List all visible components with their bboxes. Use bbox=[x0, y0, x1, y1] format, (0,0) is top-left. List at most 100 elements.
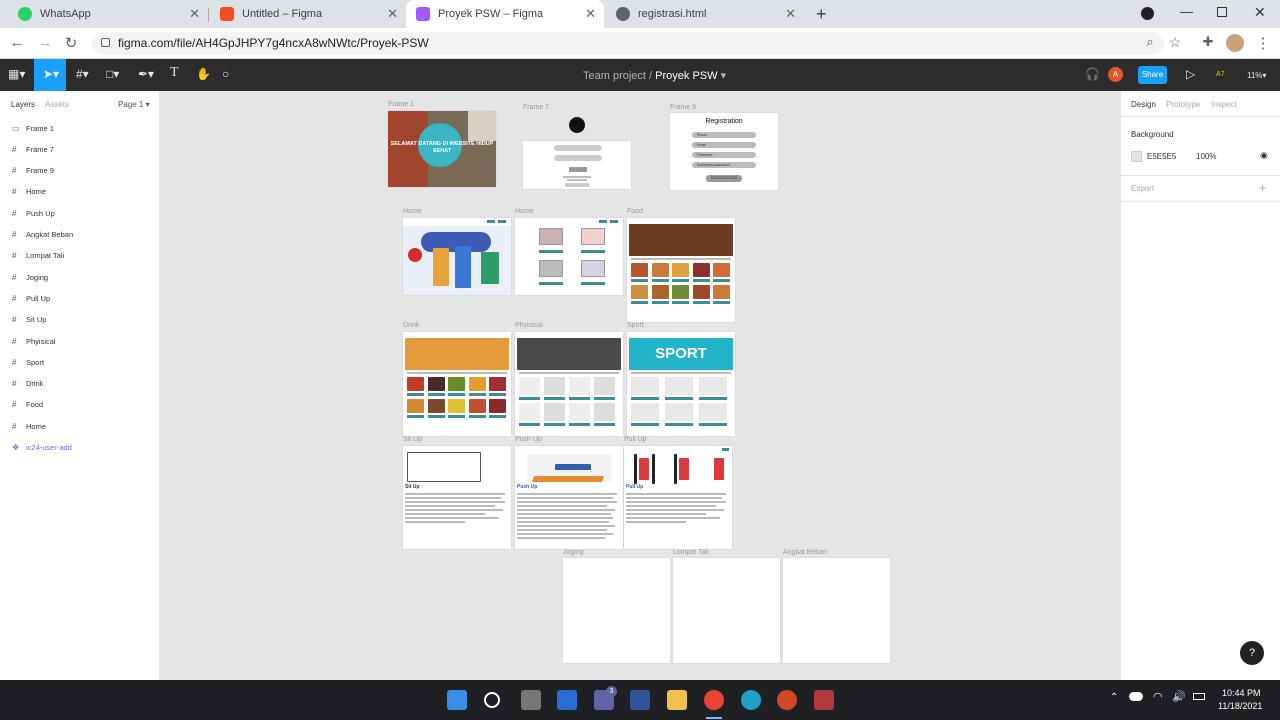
thumbnail-button[interactable] bbox=[468, 415, 486, 418]
thumbnail-button[interactable] bbox=[699, 423, 727, 426]
layer-item[interactable]: # Sit Up bbox=[12, 314, 46, 326]
search-icon[interactable] bbox=[484, 692, 500, 708]
headphones-icon[interactable]: 🎧 bbox=[1085, 67, 1100, 81]
tab-prototype[interactable]: Prototype bbox=[1166, 100, 1200, 109]
frame-7[interactable] bbox=[523, 141, 631, 189]
frame-tool-icon[interactable]: #▾ bbox=[76, 67, 89, 81]
frame-label[interactable]: Angkat Beban bbox=[783, 549, 827, 556]
thumbnail-button[interactable] bbox=[594, 423, 615, 426]
frame-label[interactable]: Phyisical bbox=[515, 322, 543, 329]
layer-item[interactable]: # Frame 7 bbox=[12, 143, 54, 155]
thumbnail-image[interactable] bbox=[519, 377, 540, 395]
tab-proyek-psw[interactable]: Proyek PSW – Figma ✕ bbox=[406, 0, 604, 28]
thumbnail-image[interactable] bbox=[594, 403, 615, 421]
thumbnail-button[interactable] bbox=[631, 301, 648, 304]
layer-item[interactable]: # Push Up bbox=[12, 207, 55, 219]
widgets-icon[interactable] bbox=[557, 690, 577, 710]
thumbnail-button[interactable] bbox=[544, 423, 565, 426]
tab-layers[interactable]: Layers bbox=[11, 100, 35, 109]
thumbnail-image[interactable] bbox=[665, 377, 693, 395]
url-input[interactable]: figma.com/file/AH4GpJHPY7g4ncxA8wNWtc/Pr… bbox=[92, 32, 1164, 55]
thumbnail-image[interactable] bbox=[631, 263, 648, 277]
share-button[interactable]: Share bbox=[1138, 66, 1167, 84]
layer-item[interactable]: # Phyisical bbox=[12, 335, 56, 347]
frame-lompat-tali[interactable] bbox=[673, 558, 780, 663]
thumbnail-image[interactable] bbox=[665, 403, 693, 421]
thumbnail-button[interactable] bbox=[692, 279, 710, 282]
frame-pullup[interactable]: Pull Up bbox=[624, 446, 732, 549]
confirm-password-field[interactable]: Konfirmasi password bbox=[692, 162, 756, 168]
thumbnail-image[interactable] bbox=[692, 263, 710, 277]
battery-icon[interactable] bbox=[1193, 693, 1205, 700]
volume-icon[interactable]: 🔊 bbox=[1172, 690, 1186, 703]
profile-avatar[interactable] bbox=[1226, 34, 1244, 52]
file-name[interactable]: Proyek PSW bbox=[655, 70, 717, 82]
layer-item[interactable]: # Home bbox=[12, 420, 46, 432]
thumbnail-button[interactable] bbox=[631, 397, 659, 400]
thumbnail-image[interactable] bbox=[672, 263, 690, 277]
frame-label[interactable]: Lompat Tali bbox=[673, 549, 709, 556]
edge-icon[interactable] bbox=[741, 690, 761, 710]
thumbnail-button[interactable] bbox=[665, 397, 693, 400]
thumbnail-button[interactable] bbox=[427, 393, 445, 396]
thumbnail-image[interactable] bbox=[407, 377, 424, 391]
layer-item[interactable]: # Pull Up bbox=[12, 292, 50, 304]
thumbnail-button[interactable] bbox=[448, 415, 466, 418]
thumbnail-button[interactable] bbox=[651, 279, 669, 282]
zoom-icon[interactable]: ⌕ bbox=[1141, 34, 1159, 50]
thumbnail-image[interactable] bbox=[631, 403, 659, 421]
close-icon[interactable]: ✕ bbox=[585, 6, 596, 22]
thumbnail-image[interactable] bbox=[631, 377, 659, 395]
thumbnail-button[interactable] bbox=[448, 393, 466, 396]
thumbnail-button[interactable] bbox=[631, 423, 659, 426]
tab-inspect[interactable]: Inspect bbox=[1211, 100, 1237, 109]
user-avatar[interactable]: A bbox=[1108, 67, 1123, 82]
layer-item[interactable]: # Home bbox=[12, 186, 46, 198]
clock-time[interactable]: 10:44 PM bbox=[1222, 688, 1261, 698]
frame-pushup[interactable]: Push Up bbox=[515, 446, 623, 549]
thumbnail-button[interactable] bbox=[672, 301, 690, 304]
thumbnail-image[interactable] bbox=[489, 377, 507, 391]
thumbnail-image[interactable] bbox=[448, 399, 466, 413]
thumbnail-button[interactable] bbox=[594, 397, 615, 400]
back-arrow-icon[interactable]: ← bbox=[8, 34, 26, 51]
frame-label[interactable]: Home bbox=[515, 208, 534, 215]
thumbnail-button[interactable] bbox=[651, 301, 669, 304]
thumbnail-image[interactable] bbox=[651, 263, 669, 277]
thumbnail-button[interactable] bbox=[631, 279, 648, 282]
tab-design[interactable]: Design bbox=[1131, 100, 1156, 109]
cloud-icon[interactable] bbox=[1129, 692, 1143, 701]
thumbnail-button[interactable] bbox=[665, 423, 693, 426]
frame-1[interactable]: SELAMAT DATANG DI WEBSITE HIDUP SEHAT bbox=[388, 111, 496, 187]
clock-date[interactable]: 11/18/2021 bbox=[1218, 701, 1262, 711]
thumbnail-button[interactable] bbox=[713, 279, 731, 282]
thumbnail-button[interactable] bbox=[489, 393, 507, 396]
tab-untitled-figma[interactable]: Untitled – Figma ✕ bbox=[210, 0, 406, 28]
phone-field[interactable]: Phone bbox=[692, 132, 756, 138]
frame-label[interactable]: Pull Up bbox=[624, 436, 647, 443]
maximize-button[interactable] bbox=[1217, 7, 1227, 17]
thumbnail-image[interactable] bbox=[544, 377, 565, 395]
tab-whatsapp[interactable]: WhatsApp ✕ bbox=[8, 0, 208, 28]
password-field[interactable]: Password bbox=[692, 152, 756, 158]
frame-physical[interactable] bbox=[515, 332, 623, 436]
frame-9-registration[interactable]: Registration Phone Email Password Konfir… bbox=[670, 113, 778, 190]
figma-menu-icon[interactable]: ▦▾ bbox=[8, 67, 25, 81]
thumbnail-button[interactable] bbox=[468, 393, 486, 396]
add-export-icon[interactable]: + bbox=[1259, 181, 1266, 195]
layer-item[interactable]: # Food bbox=[12, 399, 43, 411]
frame-sport[interactable]: SPORT bbox=[627, 332, 735, 436]
frame-angkat-beban[interactable] bbox=[783, 558, 890, 663]
tab-registrasi[interactable]: registrasi.html ✕ bbox=[606, 0, 804, 28]
page-selector[interactable]: Page 1 ▾ bbox=[118, 100, 150, 109]
layer-item[interactable]: ▭ Frame 1 bbox=[12, 122, 54, 134]
thumbnail-image[interactable] bbox=[427, 399, 445, 413]
thumbnail-image[interactable] bbox=[713, 285, 731, 299]
design-canvas[interactable]: Frame 1 SELAMAT DATANG DI WEBSITE HIDUP … bbox=[161, 91, 1264, 680]
frame-label[interactable]: Frame 7 bbox=[523, 104, 549, 111]
a7-indicator[interactable]: A7 bbox=[1216, 71, 1225, 78]
help-button[interactable]: ? bbox=[1240, 641, 1264, 665]
frame-joging[interactable] bbox=[563, 558, 670, 663]
background-hex[interactable]: E5E5E5 bbox=[1147, 152, 1176, 161]
close-window-button[interactable]: ✕ bbox=[1254, 4, 1266, 21]
